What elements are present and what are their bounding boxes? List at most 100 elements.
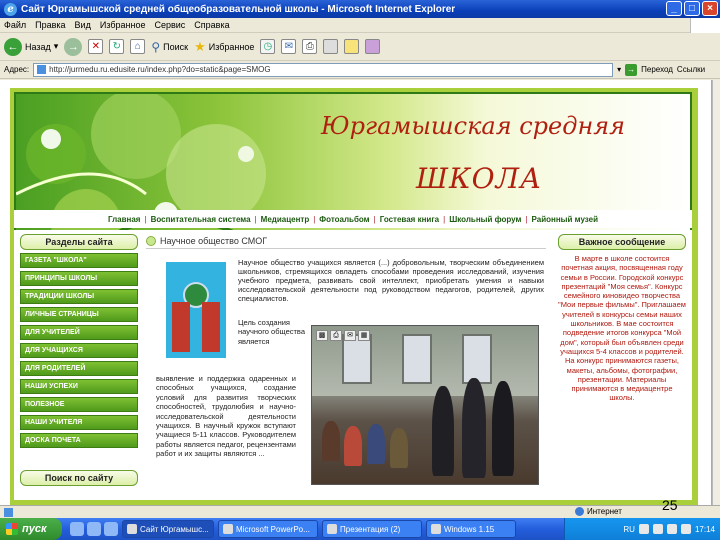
search-button[interactable]: ⚲ Поиск (151, 40, 188, 54)
nav-museum[interactable]: Районный музей (532, 215, 599, 224)
address-url: http://jurmedu.ru.edusite.ru/index.php?d… (49, 65, 271, 74)
security-zone: Интернет (575, 507, 622, 516)
task-powerpoint[interactable]: Microsoft PowerPo... (218, 520, 318, 538)
links-button[interactable]: Ссылки (677, 65, 705, 74)
mail-image-icon[interactable]: ✉ (344, 330, 356, 341)
powerpoint-task-icon (223, 524, 233, 534)
quick-launch (70, 522, 118, 536)
tray-icon[interactable] (638, 524, 649, 534)
folder-button[interactable] (344, 39, 360, 54)
quick-launch-icon[interactable] (104, 522, 118, 536)
menu-tools[interactable]: Сервис (154, 20, 185, 30)
quick-launch-icon[interactable] (87, 522, 101, 536)
toolbar: ← Назад ▾ → ✕ ↻ ⌂ ⚲ Поиск ★ Избранное ◷ … (0, 33, 720, 61)
nav-guestbook[interactable]: Гостевая книга (380, 215, 439, 224)
minimize-button[interactable]: _ (666, 1, 682, 16)
back-arrow-icon: ← (4, 37, 22, 56)
image-toolbar: ▩ ⎙ ✉ ▦ (316, 330, 370, 341)
important-text: В марте в школе состоится почетная акция… (558, 254, 686, 403)
tray-icon[interactable] (652, 524, 663, 534)
favorites-button[interactable]: ★ Избранное (194, 39, 254, 55)
language-indicator[interactable]: RU (623, 525, 635, 534)
section-teachers[interactable]: ДЛЯ УЧИТЕЛЕЙ (20, 325, 138, 340)
app-task-icon (431, 524, 441, 534)
home-button[interactable]: ⌂ (130, 39, 146, 54)
menu-view[interactable]: Вид (75, 20, 91, 30)
close-button[interactable]: × (702, 1, 718, 16)
important-header: Важное сообщение (558, 234, 686, 250)
photo-person (344, 426, 362, 466)
folder-task-icon (327, 524, 337, 534)
history-button[interactable]: ◷ (260, 39, 276, 54)
section-honor-board[interactable]: ДОСКА ПОЧЕТА (20, 433, 138, 448)
menu-favorites[interactable]: Избранное (100, 20, 146, 30)
section-personal-pages[interactable]: ЛИЧНЫЕ СТРАНИЦЫ (20, 307, 138, 322)
article-paragraph-1: Научное общество учащихся является (...)… (238, 258, 544, 303)
article-short: Цель создания научного общества является (238, 318, 306, 346)
page-done-icon (4, 507, 13, 517)
maximize-button[interactable]: □ (684, 1, 700, 16)
section-newspaper[interactable]: ГАЗЕТА "ШКОЛА" (20, 253, 138, 268)
browser-viewport: Юргамышская средняя ШКОЛА Главная | Воспи… (0, 80, 712, 505)
vertical-scrollbar[interactable] (712, 80, 720, 505)
society-emblem (166, 262, 226, 358)
menu-bar: Файл Правка Вид Избранное Сервис Справка (0, 18, 720, 33)
photo-window (342, 334, 372, 384)
section-students[interactable]: ДЛЯ УЧАЩИХСЯ (20, 343, 138, 358)
print-button[interactable]: ⎙ (302, 39, 318, 54)
go-icon[interactable]: → (625, 63, 638, 76)
tray-icon[interactable] (666, 524, 677, 534)
address-dropdown-icon[interactable]: ▾ (617, 65, 621, 74)
print-image-icon[interactable]: ⎙ (330, 330, 342, 341)
classroom-photo[interactable]: ▩ ⎙ ✉ ▦ (311, 325, 539, 485)
star-icon: ★ (194, 38, 206, 54)
slide-number: 25 (662, 497, 678, 513)
sections-header: Разделы сайта (20, 234, 138, 250)
task-presentation[interactable]: Презентация (2) (322, 520, 422, 538)
menu-help[interactable]: Справка (194, 20, 229, 30)
photo-person (367, 424, 385, 464)
quick-launch-icon[interactable] (70, 522, 84, 536)
favorites-label: Избранное (208, 41, 255, 52)
window-titlebar[interactable]: e Сайт Юргамышской средней общеобразоват… (0, 0, 720, 18)
nav-home[interactable]: Главная (108, 215, 141, 224)
task-windows[interactable]: Windows 1.15 (426, 520, 516, 538)
photo-person (492, 381, 514, 476)
nav-education[interactable]: Воспитательная система (151, 215, 251, 224)
section-our-teachers[interactable]: НАШИ УЧИТЕЛЯ (20, 415, 138, 430)
nav-forum[interactable]: Школьный форум (449, 215, 521, 224)
ie-icon: e (4, 2, 17, 16)
section-achievements[interactable]: НАШИ УСПЕХИ (20, 379, 138, 394)
window-controls: _ □ × (666, 1, 718, 16)
task-ie[interactable]: Сайт Юргамышс... (122, 520, 214, 538)
sections-panel: Разделы сайта ГАЗЕТА "ШКОЛА" ПРИНЦИПЫ ШК… (20, 234, 138, 494)
start-button[interactable]: пуск (0, 518, 62, 540)
nav-photoalbum[interactable]: Фотоальбом (319, 215, 369, 224)
mail-button[interactable]: ✉ (281, 39, 297, 54)
section-useful[interactable]: ПОЛЕЗНОЕ (20, 397, 138, 412)
forward-button[interactable]: → (64, 37, 83, 56)
section-parents[interactable]: ДЛЯ РОДИТЕЛЕЙ (20, 361, 138, 376)
stop-button[interactable]: ✕ (88, 39, 104, 54)
section-principles[interactable]: ПРИНЦИПЫ ШКОЛЫ (20, 271, 138, 286)
start-label: пуск (22, 523, 47, 535)
refresh-button[interactable]: ↻ (109, 39, 125, 54)
back-button[interactable]: ← Назад ▾ (4, 37, 59, 56)
messenger-button[interactable] (365, 39, 381, 54)
open-folder-icon[interactable]: ▦ (358, 330, 370, 341)
main-column: Разделы сайта ГАЗЕТА "ШКОЛА" ПРИНЦИПЫ ШК… (14, 230, 692, 500)
go-button[interactable]: Переход (641, 65, 673, 74)
section-traditions[interactable]: ТРАДИЦИИ ШКОЛЫ (20, 289, 138, 304)
save-image-icon[interactable]: ▩ (316, 330, 328, 341)
address-input[interactable]: http://jurmedu.ru.edusite.ru/index.php?d… (33, 62, 614, 77)
back-dropdown-icon[interactable]: ▾ (54, 41, 59, 52)
photo-person (462, 378, 486, 478)
address-bar: Адрес: http://jurmedu.ru.edusite.ru/inde… (0, 61, 720, 79)
nav-mediacenter[interactable]: Медиацентр (261, 215, 310, 224)
tray-icon[interactable] (680, 524, 691, 534)
menu-edit[interactable]: Правка (35, 20, 65, 30)
menu-file[interactable]: Файл (4, 20, 26, 30)
zone-label: Интернет (587, 507, 622, 516)
windows-logo-icon (690, 18, 720, 33)
edit-button[interactable] (323, 39, 339, 54)
